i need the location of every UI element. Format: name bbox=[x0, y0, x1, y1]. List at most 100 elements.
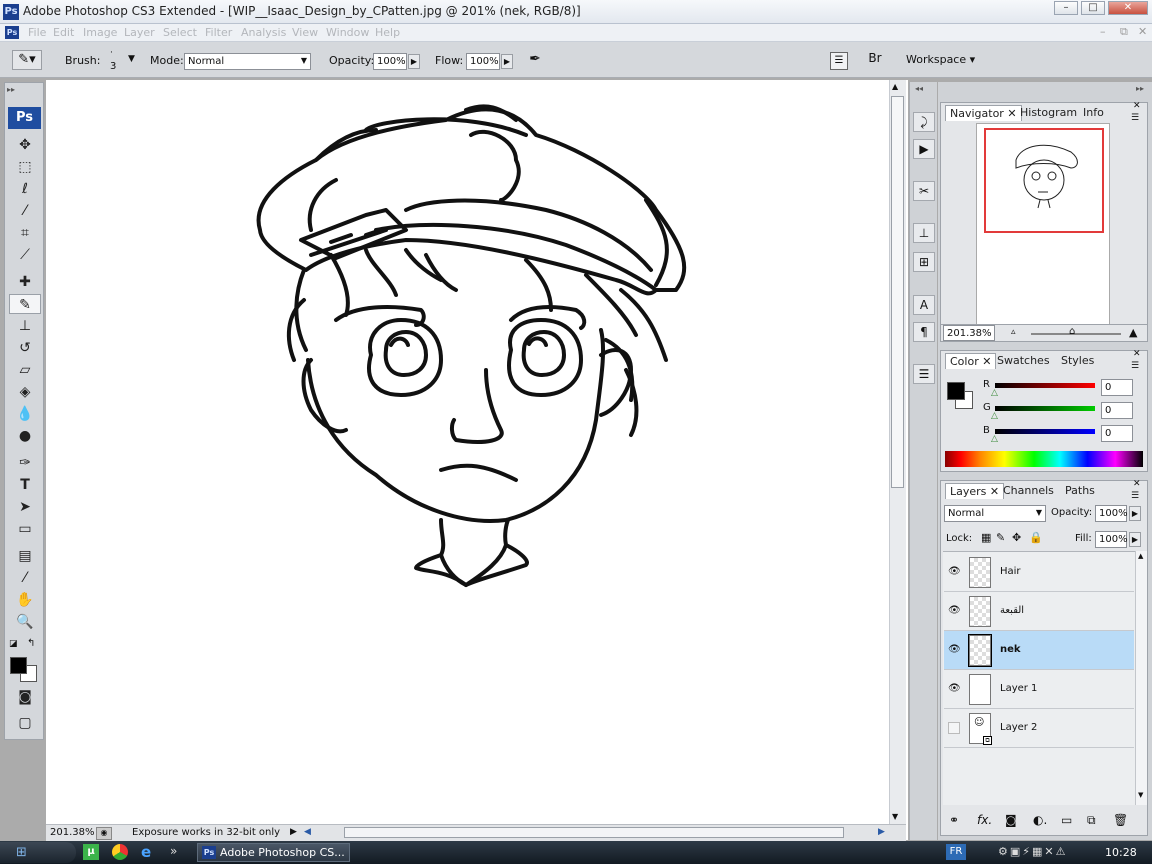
brush-size[interactable]: 3 bbox=[110, 61, 116, 72]
type-tool-icon[interactable]: T bbox=[9, 475, 41, 495]
scroll-down-icon[interactable]: ▼ bbox=[1138, 791, 1143, 799]
lock-transparent-icon[interactable]: ▦ bbox=[981, 531, 991, 544]
notes-tool-icon[interactable]: ▤ bbox=[9, 546, 41, 566]
layer-opacity-field[interactable]: 100% bbox=[1095, 505, 1128, 522]
tool-presets-icon[interactable]: ✂ bbox=[913, 181, 935, 201]
navigator-slider-thumb[interactable]: ⌂ bbox=[1069, 326, 1075, 337]
menu-file[interactable]: File bbox=[28, 26, 46, 39]
g-field[interactable]: 0 bbox=[1101, 402, 1133, 419]
move-tool-icon[interactable]: ✥ bbox=[9, 135, 41, 155]
tool-preset-brush-icon[interactable]: ✎▾ bbox=[12, 50, 42, 70]
visibility-eye-icon[interactable]: 👁 bbox=[948, 605, 961, 617]
blend-mode-select[interactable]: Normal ▼ bbox=[944, 505, 1046, 522]
zoom-field[interactable]: 201.38% bbox=[50, 827, 95, 838]
tab-styles[interactable]: Styles bbox=[1057, 353, 1098, 369]
shape-tool-icon[interactable]: ▭ bbox=[9, 519, 41, 539]
fill-slider-button[interactable]: ▶ bbox=[1129, 532, 1141, 547]
menu-image[interactable]: Image bbox=[83, 26, 117, 39]
expand-panels-icon[interactable]: ◂◂ bbox=[915, 84, 923, 93]
quick-mask-icon[interactable]: ◙ bbox=[9, 687, 41, 707]
doc-close-icon[interactable]: ✕ bbox=[1138, 25, 1147, 38]
history-brush-tool-icon[interactable]: ↺ bbox=[9, 338, 41, 358]
layer-row-nek[interactable]: 👁 nek bbox=[944, 631, 1134, 670]
crop-tool-icon[interactable]: ⌗ bbox=[9, 223, 41, 243]
navigator-zoom-slider[interactable] bbox=[1031, 333, 1121, 335]
pen-tool-icon[interactable]: ✑ bbox=[9, 453, 41, 473]
new-group-icon[interactable]: ▭ bbox=[1061, 813, 1072, 827]
trash-icon[interactable]: 🗑 bbox=[1113, 813, 1128, 827]
screen-mode-icon[interactable]: ▢ bbox=[9, 713, 41, 733]
menu-filter[interactable]: Filter bbox=[205, 26, 232, 39]
new-layer-icon[interactable]: ⧉ bbox=[1087, 813, 1096, 828]
menu-layer[interactable]: Layer bbox=[124, 26, 155, 39]
adjustment-layer-icon[interactable]: ◐. bbox=[1033, 813, 1047, 827]
r-slider[interactable] bbox=[995, 383, 1095, 388]
b-field[interactable]: 0 bbox=[1101, 425, 1133, 442]
navigator-zoom-field[interactable]: 201.38% bbox=[943, 325, 995, 341]
r-slider-thumb[interactable]: △ bbox=[991, 388, 998, 398]
navigator-view-box[interactable] bbox=[984, 128, 1104, 233]
bridge-icon[interactable]: Br bbox=[864, 51, 886, 71]
close-icon[interactable]: ✕ bbox=[1133, 101, 1141, 111]
vertical-scroll-thumb[interactable] bbox=[891, 96, 904, 488]
system-tray-icons[interactable]: ⚙▣⚡▦✕⚠ bbox=[998, 845, 1067, 858]
brush-tool-icon[interactable]: ✎ bbox=[9, 294, 41, 314]
color-fg-swatch[interactable] bbox=[947, 382, 965, 400]
foreground-color-swatch[interactable] bbox=[10, 657, 27, 674]
opacity-field[interactable]: 100% bbox=[373, 53, 407, 70]
layer-list-scrollbar[interactable]: ▲ ▼ bbox=[1135, 551, 1147, 805]
visibility-eye-icon[interactable]: 👁 bbox=[948, 683, 961, 695]
tab-info[interactable]: Info bbox=[1079, 105, 1108, 121]
layer-comps-icon[interactable]: ☰ bbox=[913, 364, 935, 384]
scroll-right-icon[interactable]: ▶ bbox=[878, 827, 885, 837]
g-slider[interactable] bbox=[995, 406, 1095, 411]
marquee-tool-icon[interactable]: ⬚ bbox=[9, 157, 41, 177]
start-button[interactable]: ⊞ bbox=[0, 842, 76, 863]
flow-field[interactable]: 100% bbox=[466, 53, 500, 70]
airbrush-icon[interactable]: ✒ bbox=[524, 51, 546, 71]
visibility-toggle-empty[interactable] bbox=[948, 722, 960, 734]
tab-histogram[interactable]: Histogram bbox=[1016, 105, 1081, 121]
dodge-tool-icon[interactable]: ● bbox=[9, 426, 41, 446]
close-icon[interactable]: ✕ bbox=[1133, 479, 1141, 489]
mode-select[interactable]: Normal ▼ bbox=[184, 53, 311, 70]
swap-colors-icon[interactable]: ↰ bbox=[27, 638, 35, 649]
lock-all-icon[interactable]: 🔒 bbox=[1029, 531, 1043, 544]
clock[interactable]: 10:28 bbox=[1105, 846, 1137, 859]
palette-well-icon[interactable]: ☰ bbox=[830, 52, 848, 70]
eraser-tool-icon[interactable]: ▱ bbox=[9, 360, 41, 380]
layer-row-layer-1[interactable]: 👁 Layer 1 bbox=[944, 670, 1134, 709]
color-spectrum-ramp[interactable] bbox=[945, 451, 1143, 467]
tab-color[interactable]: Color ✕ bbox=[945, 353, 997, 369]
fill-field[interactable]: 100% bbox=[1095, 531, 1128, 548]
r-field[interactable]: 0 bbox=[1101, 379, 1133, 396]
lasso-tool-icon[interactable]: ℓ bbox=[9, 179, 41, 199]
internet-explorer-icon[interactable]: e bbox=[141, 843, 151, 861]
tab-layers[interactable]: Layers ✕ bbox=[945, 483, 1005, 499]
zoom-tool-icon[interactable]: 🔍 bbox=[9, 612, 41, 632]
doc-minimize-icon[interactable]: – bbox=[1100, 25, 1106, 38]
minimize-icon[interactable]: – bbox=[1054, 1, 1078, 15]
clone-stamp-tool-icon[interactable]: ⊥ bbox=[9, 316, 41, 336]
collapse-dock-icon[interactable]: ▸▸ bbox=[1136, 84, 1144, 93]
menu-select[interactable]: Select bbox=[163, 26, 197, 39]
menu-analysis[interactable]: Analysis bbox=[241, 26, 286, 39]
flow-slider-button[interactable]: ▶ bbox=[501, 54, 513, 69]
lock-position-icon[interactable]: ✥ bbox=[1012, 531, 1021, 544]
lock-image-icon[interactable]: ✎ bbox=[996, 531, 1005, 544]
close-icon[interactable]: ✕ bbox=[1108, 1, 1148, 15]
clone-source-icon[interactable]: ⊞ bbox=[913, 252, 935, 272]
g-slider-thumb[interactable]: △ bbox=[991, 411, 998, 421]
visibility-eye-icon[interactable]: 👁 bbox=[948, 566, 961, 578]
eyedropper-tool-icon[interactable]: ⁄ bbox=[9, 568, 41, 588]
layer-style-icon[interactable]: fx. bbox=[977, 813, 992, 827]
maximize-icon[interactable]: □ bbox=[1081, 1, 1105, 15]
scroll-down-icon[interactable]: ▼ bbox=[892, 812, 898, 821]
language-indicator[interactable]: FR bbox=[946, 844, 966, 860]
b-slider[interactable] bbox=[995, 429, 1095, 434]
panel-menu-icon[interactable]: ☰ bbox=[1131, 361, 1139, 371]
scroll-up-icon[interactable]: ▲ bbox=[1138, 552, 1143, 560]
taskbar-photoshop-button[interactable]: Ps Adobe Photoshop CS... bbox=[197, 843, 350, 862]
document-canvas[interactable] bbox=[46, 80, 908, 840]
scroll-up-icon[interactable]: ▲ bbox=[892, 82, 898, 91]
